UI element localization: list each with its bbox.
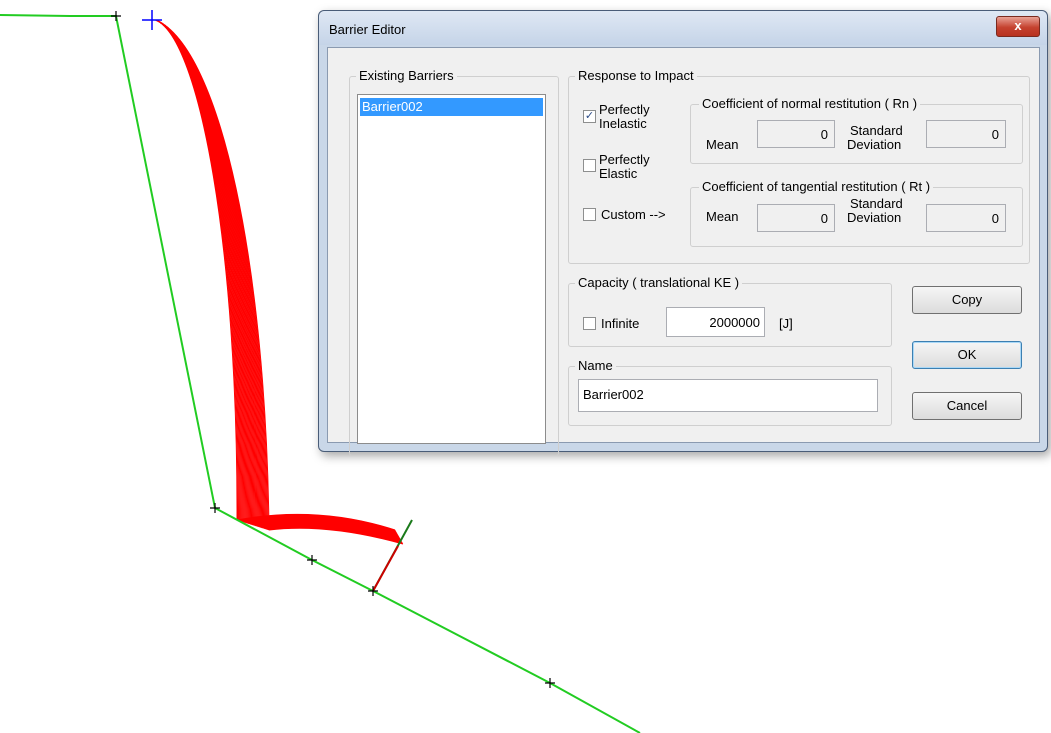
vertex-marker	[307, 555, 317, 565]
start-marker	[142, 10, 162, 30]
normal-mean-field[interactable]: 0	[757, 120, 835, 148]
close-icon: x	[1014, 18, 1022, 33]
normal-restitution-label: Coefficient of normal restitution ( Rn )	[699, 96, 921, 111]
tangential-sd-field[interactable]: 0	[926, 204, 1006, 232]
custom-label: Custom -->	[601, 207, 666, 222]
normal-sd-field[interactable]: 0	[926, 120, 1006, 148]
close-button[interactable]: x	[996, 16, 1040, 37]
infinite-checkbox[interactable]	[583, 317, 596, 330]
tangential-mean-label: Mean	[706, 209, 739, 224]
perfectly-elastic-checkbox[interactable]	[583, 159, 596, 172]
custom-checkbox[interactable]	[583, 208, 596, 221]
copy-button[interactable]: Copy	[912, 286, 1022, 314]
name-label: Name	[575, 358, 616, 373]
barrier-editor-dialog: Barrier Editor x Existing Barriers Barri…	[318, 10, 1048, 456]
cancel-button[interactable]: Cancel	[912, 392, 1022, 420]
dialog-title: Barrier Editor	[329, 22, 406, 37]
response-to-impact-label: Response to Impact	[575, 68, 697, 83]
perfectly-inelastic-label-line1: Perfectly	[599, 102, 650, 117]
barrier-listbox[interactable]: Barrier002	[357, 94, 546, 444]
infinite-label: Infinite	[601, 316, 640, 331]
capacity-input[interactable]: 2000000	[666, 307, 765, 337]
vertex-marker	[210, 503, 220, 513]
tangential-sd-label-line2: Deviation	[847, 210, 902, 225]
perfectly-elastic-label-line1: Perfectly	[599, 152, 650, 167]
perfectly-inelastic-checkbox[interactable]: ✓	[583, 110, 596, 123]
normal-mean-label: Mean	[706, 137, 739, 152]
barrier-hit-segment	[372, 545, 399, 592]
title-bar: Barrier Editor x	[319, 11, 1047, 45]
ok-button[interactable]: OK	[912, 341, 1022, 369]
dialog-client-area: Existing Barriers Barrier002 Response to…	[327, 47, 1040, 456]
perfectly-elastic-label-line2: Elastic	[599, 166, 638, 181]
tangential-sd-label-line1: Standard	[850, 196, 903, 211]
existing-barriers-label: Existing Barriers	[356, 68, 457, 83]
capacity-label: Capacity ( translational KE )	[575, 275, 743, 290]
name-input[interactable]: Barrier002	[578, 379, 878, 412]
vertex-marker	[368, 586, 378, 596]
list-item[interactable]: Barrier002	[360, 98, 543, 116]
tangential-mean-field[interactable]: 0	[757, 204, 835, 232]
normal-sd-label-line2: Deviation	[847, 137, 902, 152]
vertex-marker	[111, 11, 121, 21]
tangential-restitution-label: Coefficient of tangential restitution ( …	[699, 179, 934, 194]
capacity-unit-label: [J]	[779, 316, 793, 331]
vertex-marker	[545, 678, 555, 688]
perfectly-inelastic-label-line2: Inelastic	[599, 116, 647, 131]
normal-sd-label-line1: Standard	[850, 123, 903, 138]
